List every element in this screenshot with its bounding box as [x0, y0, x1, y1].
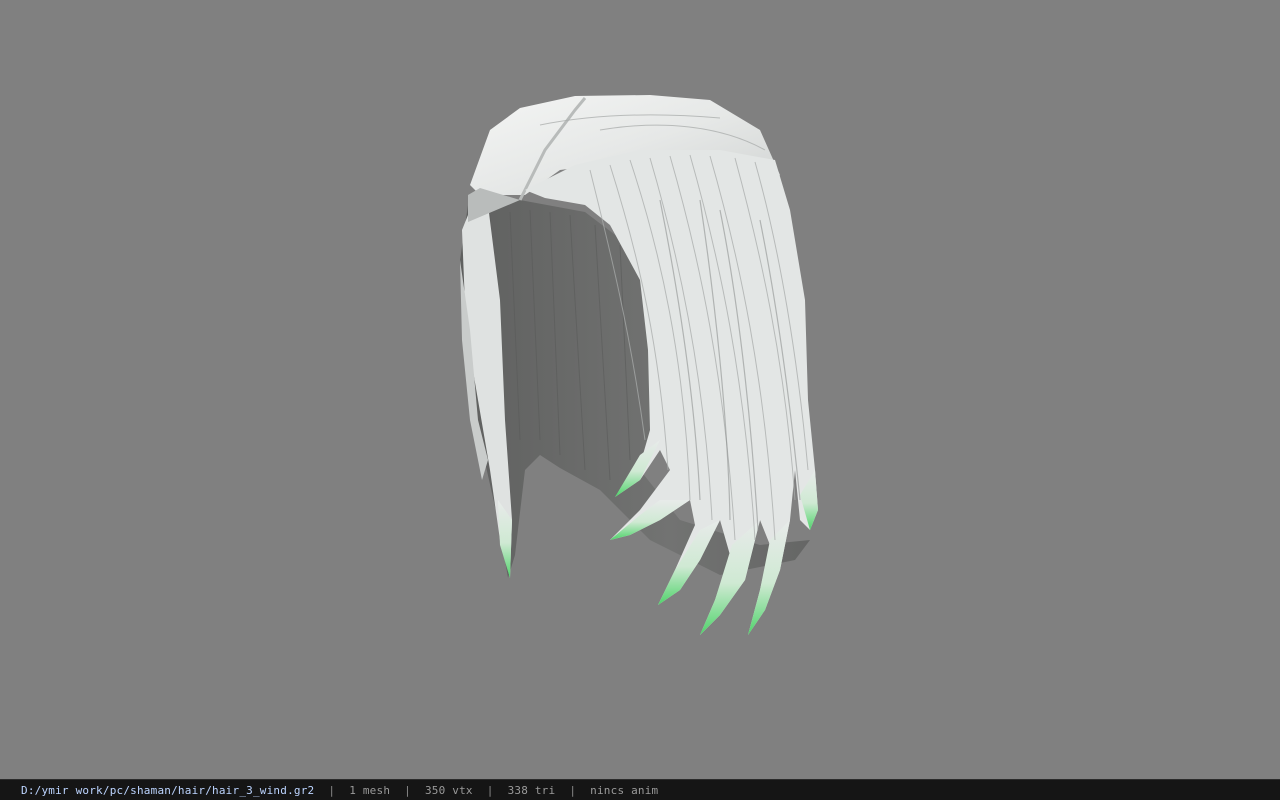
separator: |	[404, 783, 411, 797]
file-path: D:/ymir work/pc/shaman/hair/hair_3_wind.…	[21, 783, 315, 797]
separator: |	[569, 783, 577, 797]
animation-status: nincs anim	[590, 783, 659, 797]
status-bar: D:/ymir work/pc/shaman/hair/hair_3_wind.…	[0, 779, 1280, 800]
hair-model	[460, 95, 818, 635]
separator: |	[486, 783, 494, 797]
separator: |	[328, 783, 336, 797]
triangle-count: 338 tri	[507, 783, 556, 797]
3d-viewport[interactable]	[0, 0, 1280, 779]
vertex-count: 350 vtx	[424, 783, 473, 797]
mesh-count: 1 mesh	[349, 783, 391, 797]
